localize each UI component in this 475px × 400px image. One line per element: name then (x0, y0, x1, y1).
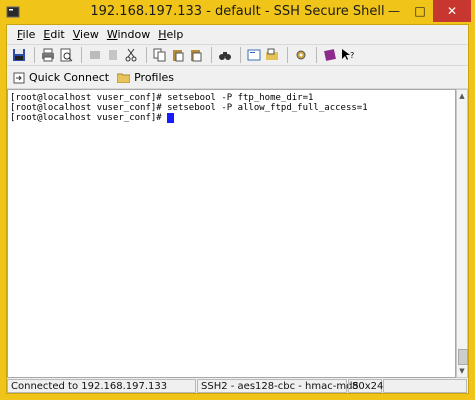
profiles-label: Profiles (134, 71, 175, 84)
new-terminal-icon[interactable] (246, 47, 262, 63)
help-book-icon[interactable] (322, 47, 338, 63)
maximize-button[interactable]: □ (407, 0, 433, 22)
menu-help[interactable]: Help (158, 28, 183, 41)
menu-view[interactable]: View (73, 28, 99, 41)
svg-text:?: ? (350, 51, 354, 60)
print-preview-icon[interactable] (58, 47, 74, 63)
cut-icon[interactable] (123, 47, 139, 63)
terminal-size: 80x24 (348, 379, 383, 393)
toolbar-separator (287, 47, 288, 63)
disabled-tool-icon (105, 47, 121, 63)
copy-icon[interactable] (152, 47, 168, 63)
status-extra-cell (383, 379, 467, 393)
save-icon[interactable] (11, 47, 27, 63)
toolbar-separator (81, 47, 82, 63)
scrollbar-thumb[interactable] (458, 349, 468, 365)
settings-icon[interactable] (293, 47, 309, 63)
window-controls: — □ ✕ (381, 0, 471, 24)
scroll-down-arrow-icon[interactable]: ▼ (457, 365, 467, 377)
paste-icon[interactable] (170, 47, 186, 63)
close-button[interactable]: ✕ (433, 0, 471, 22)
terminal-output[interactable]: [root@localhost vuser_conf]# setsebool -… (7, 89, 456, 378)
connection-status: Connected to 192.168.197.133 (7, 379, 196, 393)
terminal-prompt: [root@localhost vuser_conf]# (10, 113, 168, 123)
terminal-line: [root@localhost vuser_conf]# setsebool -… (10, 93, 314, 103)
toolbar: ? (7, 44, 468, 66)
print-icon[interactable] (40, 47, 56, 63)
terminal-cursor (167, 113, 175, 123)
disabled-tool-icon (87, 47, 103, 63)
quick-connect-button[interactable]: Quick Connect (13, 71, 109, 84)
toolbar-separator (146, 47, 147, 63)
title-bar[interactable]: 192.168.197.133 - default - SSH Secure S… (0, 0, 475, 24)
new-file-transfer-icon[interactable] (264, 47, 280, 63)
profiles-button[interactable]: Profiles (117, 71, 174, 84)
context-help-icon[interactable]: ? (340, 47, 356, 63)
terminal-prompt-line: [root@localhost vuser_conf]# (10, 113, 453, 123)
toolbar-separator (211, 47, 212, 63)
paste-special-icon[interactable] (188, 47, 204, 63)
toolbar-separator (34, 47, 35, 63)
toolbar-separator (316, 47, 317, 63)
quick-connect-bar: Quick Connect Profiles (7, 67, 468, 89)
toolbar-separator (240, 47, 241, 63)
minimize-button[interactable]: — (381, 0, 407, 22)
menu-file[interactable]: File (17, 28, 35, 41)
ssh-window: 192.168.197.133 - default - SSH Secure S… (0, 0, 475, 400)
quick-connect-label: Quick Connect (29, 71, 110, 84)
menu-window[interactable]: Window (107, 28, 150, 41)
vertical-scrollbar[interactable]: ▲ ▼ (456, 89, 468, 378)
scroll-up-arrow-icon[interactable]: ▲ (457, 90, 467, 102)
find-icon[interactable] (217, 47, 233, 63)
menu-bar: File Edit View Window Help (7, 25, 468, 43)
folder-icon (117, 73, 131, 83)
encryption-status: SSH2 - aes128-cbc - hmac-md5 (197, 379, 359, 393)
terminal-line: [root@localhost vuser_conf]# setsebool -… (10, 103, 368, 113)
client-area: File Edit View Window Help ? Quick Conne… (6, 24, 469, 394)
status-bar: Connected to 192.168.197.133 SSH2 - aes1… (7, 378, 468, 394)
menu-edit[interactable]: Edit (43, 28, 64, 41)
quick-connect-icon (13, 72, 25, 83)
